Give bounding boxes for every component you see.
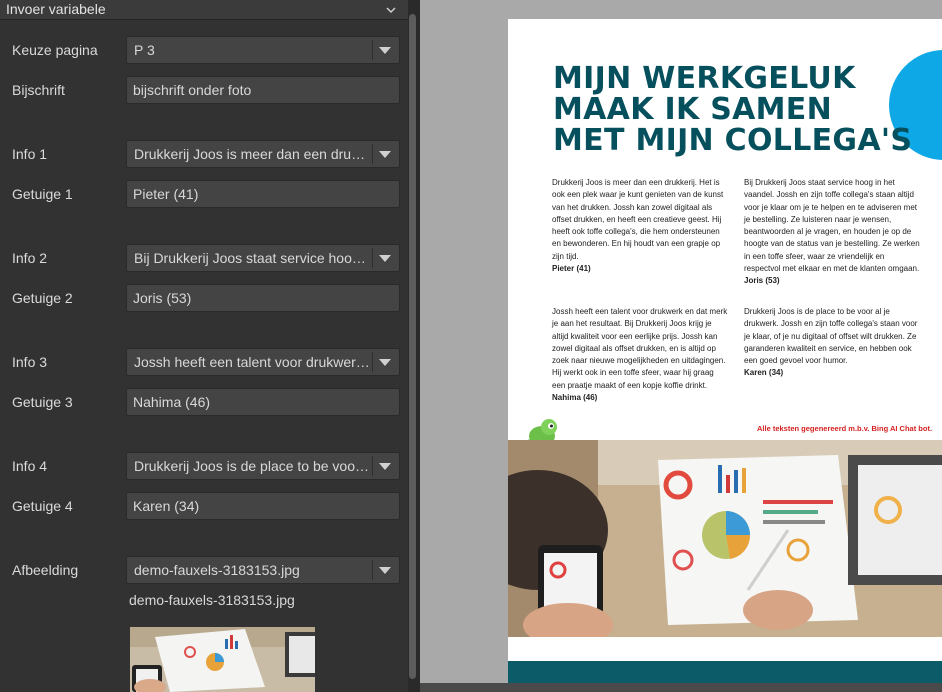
info2-value: Bij Drukkerij Joos staat service hoog in…	[134, 250, 370, 266]
caret-down-icon[interactable]	[379, 463, 391, 470]
bijschrift-label: Bijschrift	[12, 82, 65, 98]
preview-toolbar	[420, 683, 942, 692]
info3-value: Jossh heeft een talent voor drukwerk e..…	[134, 354, 370, 370]
headline-line-1: MIJN WERKGELUK	[553, 61, 856, 96]
getuige4-label: Getuige 4	[12, 498, 73, 514]
caret-down-icon[interactable]	[379, 151, 391, 158]
getuige2-value: Joris (53)	[133, 290, 192, 306]
info2-select[interactable]: Bij Drukkerij Joos staat service hoog in…	[126, 244, 400, 272]
image-filename: demo-fauxels-3183153.jpg	[129, 592, 295, 608]
getuige4-value: Karen (34)	[133, 498, 200, 514]
keuze-pagina-label: Keuze pagina	[12, 42, 98, 58]
witness-name: Pieter (41)	[552, 264, 591, 274]
getuige3-value: Nahima (46)	[133, 394, 211, 410]
headline-line-2: MAAK IK SAMEN	[553, 92, 833, 127]
page-preview: MIJN WERKGELUK MAAK IK SAMEN MET MIJN CO…	[420, 0, 942, 692]
select-divider	[372, 144, 373, 164]
afbeelding-select[interactable]: demo-fauxels-3183153.jpg	[126, 556, 400, 584]
caret-down-icon[interactable]	[379, 255, 391, 262]
paragraph: Drukkerij Joos is de place to be voor al…	[744, 307, 918, 366]
image-thumbnail	[130, 627, 315, 692]
getuige1-label: Getuige 1	[12, 186, 73, 202]
chevron-down-icon[interactable]	[385, 4, 397, 16]
getuige2-label: Getuige 2	[12, 290, 73, 306]
panel-title: Invoer variabele	[6, 1, 106, 17]
caret-down-icon[interactable]	[379, 567, 391, 574]
article-photo	[508, 440, 942, 637]
getuige3-label: Getuige 3	[12, 394, 73, 410]
preview-page: MIJN WERKGELUK MAAK IK SAMEN MET MIJN CO…	[508, 19, 942, 692]
keuze-pagina-select[interactable]: P 3	[126, 36, 400, 64]
select-divider	[372, 40, 373, 60]
info1-select[interactable]: Drukkerij Joos is meer dan een drukkeri.…	[126, 140, 400, 168]
variable-input-panel: Invoer variabele Keuze pagina P 3 Bijsch…	[0, 0, 420, 692]
getuige1-input[interactable]: Pieter (41)	[126, 180, 400, 208]
select-divider	[372, 456, 373, 476]
info1-value: Drukkerij Joos is meer dan een drukkeri.…	[134, 146, 370, 162]
info4-select[interactable]: Drukkerij Joos is de place to be voor al…	[126, 452, 400, 480]
select-divider	[372, 248, 373, 268]
info3-label: Info 3	[12, 354, 48, 370]
panel-header[interactable]: Invoer variabele	[0, 0, 408, 20]
afbeelding-value: demo-fauxels-3183153.jpg	[134, 562, 300, 578]
select-divider	[372, 352, 373, 372]
info3-select[interactable]: Jossh heeft een talent voor drukwerk e..…	[126, 348, 400, 376]
info2-label: Info 2	[12, 250, 48, 266]
witness-name: Karen (34)	[744, 368, 784, 378]
bijschrift-input[interactable]: bijschrift onder foto	[126, 76, 400, 104]
witness-name: Joris (53)	[744, 276, 780, 286]
getuige1-value: Pieter (41)	[133, 186, 199, 202]
keuze-pagina-value: P 3	[134, 42, 155, 58]
text-column-2b: Drukkerij Joos is de place to be voor al…	[744, 306, 920, 380]
text-column-1b: Jossh heeft een talent voor drukwerk en …	[552, 306, 728, 404]
headline-line-3: MET MIJN COLLEGA'S	[553, 123, 913, 158]
paragraph: Bij Drukkerij Joos staat service hoog in…	[744, 178, 920, 274]
info1-label: Info 1	[12, 146, 48, 162]
panel-scrollbar-thumb[interactable]	[409, 14, 416, 679]
text-column-1: Drukkerij Joos is meer dan een drukkerij…	[552, 177, 728, 275]
getuige3-input[interactable]: Nahima (46)	[126, 388, 400, 416]
text-column-2: Bij Drukkerij Joos staat service hoog in…	[744, 177, 920, 288]
credits-note: Alle teksten gegenereerd m.b.v. Bing AI …	[757, 424, 933, 433]
caret-down-icon[interactable]	[379, 359, 391, 366]
caret-down-icon[interactable]	[379, 47, 391, 54]
witness-name: Nahima (46)	[552, 393, 598, 403]
getuige2-input[interactable]: Joris (53)	[126, 284, 400, 312]
paragraph: Drukkerij Joos is meer dan een drukkerij…	[552, 178, 724, 261]
paragraph: Jossh heeft een talent voor drukwerk en …	[552, 307, 728, 390]
info4-value: Drukkerij Joos is de place to be voor al…	[134, 458, 370, 474]
select-divider	[372, 560, 373, 580]
getuige4-input[interactable]: Karen (34)	[126, 492, 400, 520]
afbeelding-label: Afbeelding	[12, 562, 79, 578]
bijschrift-value: bijschrift onder foto	[133, 82, 252, 98]
info4-label: Info 4	[12, 458, 48, 474]
